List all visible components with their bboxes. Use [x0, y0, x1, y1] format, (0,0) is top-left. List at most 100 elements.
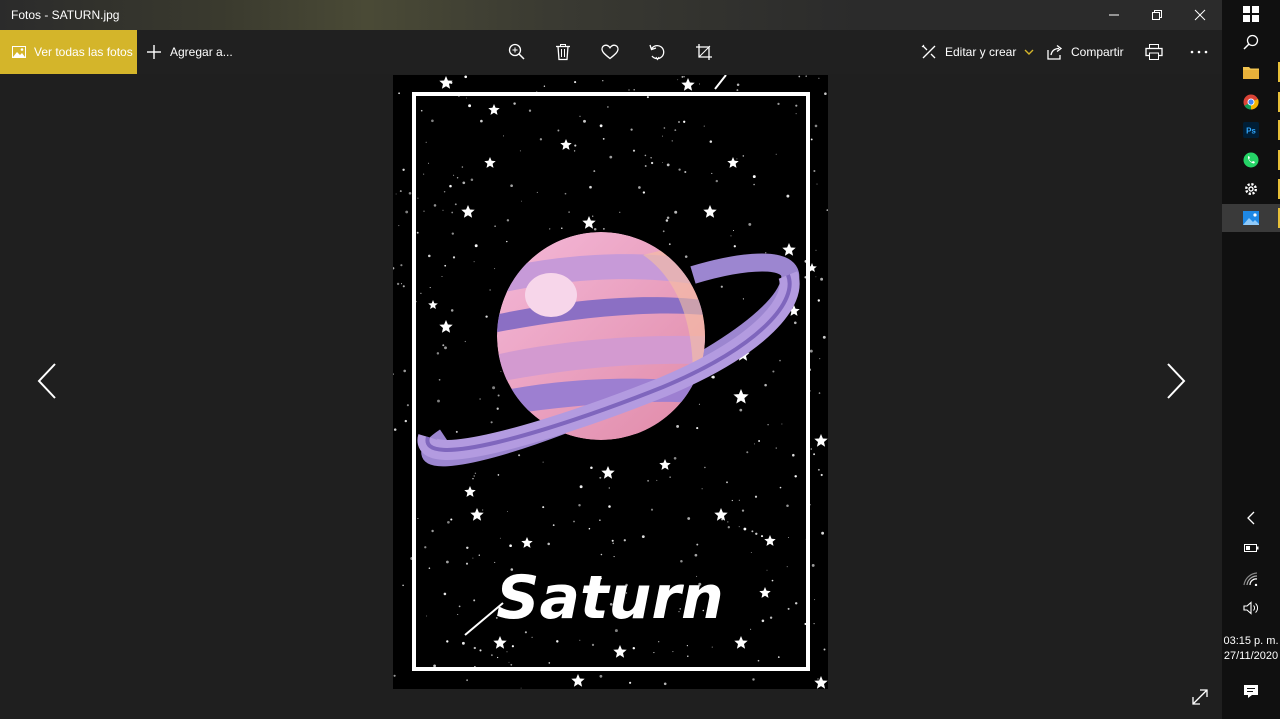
printer-icon: [1145, 44, 1163, 60]
star-dot: [733, 245, 736, 248]
close-button[interactable]: [1178, 0, 1222, 30]
star-dot: [795, 104, 798, 107]
share-button[interactable]: Compartir: [1047, 30, 1124, 74]
saturn-caption: Saturn: [496, 563, 723, 633]
star-dot: [405, 210, 409, 214]
edit-and-create-button[interactable]: Editar y crear: [921, 30, 1034, 74]
show-hidden-icons-button[interactable]: [1222, 504, 1280, 532]
star-dot: [416, 231, 419, 234]
star-dot: [519, 150, 521, 152]
taskbar-photos[interactable]: [1222, 204, 1280, 232]
star-dot: [543, 85, 546, 87]
star-dot: [437, 399, 440, 403]
star-dot: [574, 144, 577, 147]
star-dot: [820, 473, 823, 477]
previous-photo-button[interactable]: [27, 351, 67, 411]
star-dot: [579, 639, 581, 641]
star-dot: [727, 521, 729, 523]
add-to-button[interactable]: Agregar a...: [146, 30, 233, 74]
rotate-icon: [649, 44, 665, 61]
trash-icon: [556, 44, 570, 61]
star-dot: [798, 75, 801, 78]
star-dot: [494, 561, 496, 563]
taskbar-chrome[interactable]: [1222, 88, 1280, 116]
star-dot: [755, 532, 758, 535]
star-dot: [815, 249, 817, 251]
star-dot: [478, 554, 480, 556]
star-dot: [766, 569, 768, 571]
action-center-button[interactable]: [1222, 677, 1280, 705]
star-dot: [822, 335, 826, 339]
star-dot: [490, 421, 493, 424]
taskbar-clock[interactable]: 03:15 p. m. 27/11/2020: [1222, 634, 1280, 664]
star-dot: [727, 526, 730, 529]
star-dot: [794, 475, 797, 478]
star-dot: [821, 531, 825, 535]
minimize-button[interactable]: [1092, 0, 1136, 30]
photos-app-icon: [1243, 211, 1259, 225]
star-dot: [650, 161, 654, 165]
star-dot: [442, 209, 444, 211]
star-dot: [556, 640, 559, 643]
star-dot: [423, 173, 425, 175]
print-button[interactable]: [1136, 30, 1172, 74]
star-dot: [632, 646, 636, 650]
more-options-button[interactable]: [1181, 30, 1217, 74]
star-dot: [500, 371, 502, 372]
star-dot: [650, 508, 654, 511]
star-dot: [593, 170, 596, 173]
star-dot: [642, 191, 646, 194]
star-dot: [736, 89, 739, 92]
taskbar-search-button[interactable]: [1222, 28, 1280, 56]
taskbar-file-explorer[interactable]: [1222, 58, 1280, 86]
next-photo-button[interactable]: [1156, 351, 1196, 411]
star-dot: [809, 349, 813, 353]
star-dot: [741, 509, 745, 512]
crop-button[interactable]: [686, 30, 722, 74]
star-dot: [593, 228, 597, 231]
star-dot: [508, 661, 510, 663]
volume-button[interactable]: [1222, 594, 1280, 622]
start-button[interactable]: [1222, 0, 1280, 28]
star-dot: [400, 264, 403, 267]
star-dot: [393, 428, 397, 431]
star-dot: [420, 109, 423, 112]
star-dot: [623, 539, 626, 542]
taskbar-photoshop[interactable]: Ps: [1222, 116, 1280, 144]
star-dot: [813, 453, 816, 456]
favorite-button[interactable]: [592, 30, 628, 74]
restore-button[interactable]: [1135, 0, 1179, 30]
zoom-button[interactable]: [499, 30, 535, 74]
star-dot: [451, 211, 454, 214]
star-dot: [603, 228, 605, 230]
taskbar-whatsapp[interactable]: [1222, 146, 1280, 174]
star-dot: [758, 440, 761, 442]
delete-button[interactable]: [545, 30, 581, 74]
star-dot: [787, 536, 790, 539]
star-dot: [404, 419, 407, 423]
star-dot: [730, 235, 732, 237]
view-all-photos-button[interactable]: Ver todas las fotos: [0, 30, 137, 74]
star-dot: [599, 124, 603, 128]
star-dot: [433, 204, 437, 207]
star-dot: [452, 256, 456, 259]
network-button[interactable]: [1222, 565, 1280, 593]
star-dot: [669, 476, 671, 478]
star-dot: [442, 344, 445, 347]
battery-button[interactable]: [1222, 534, 1280, 562]
fullscreen-button[interactable]: [1180, 677, 1220, 717]
star-dot: [547, 542, 550, 546]
taskbar-settings[interactable]: [1222, 175, 1280, 203]
star-dot: [711, 172, 713, 174]
star-dot: [743, 527, 747, 531]
star-dot: [458, 605, 461, 608]
star-dot: [494, 268, 496, 270]
star-dot: [499, 537, 501, 539]
star-dot: [417, 517, 419, 520]
star-dot: [633, 89, 635, 91]
star-dot: [396, 282, 400, 286]
star-dot: [431, 529, 434, 533]
rotate-button[interactable]: [639, 30, 675, 74]
close-icon: [1194, 9, 1206, 21]
star-dot: [795, 113, 797, 115]
